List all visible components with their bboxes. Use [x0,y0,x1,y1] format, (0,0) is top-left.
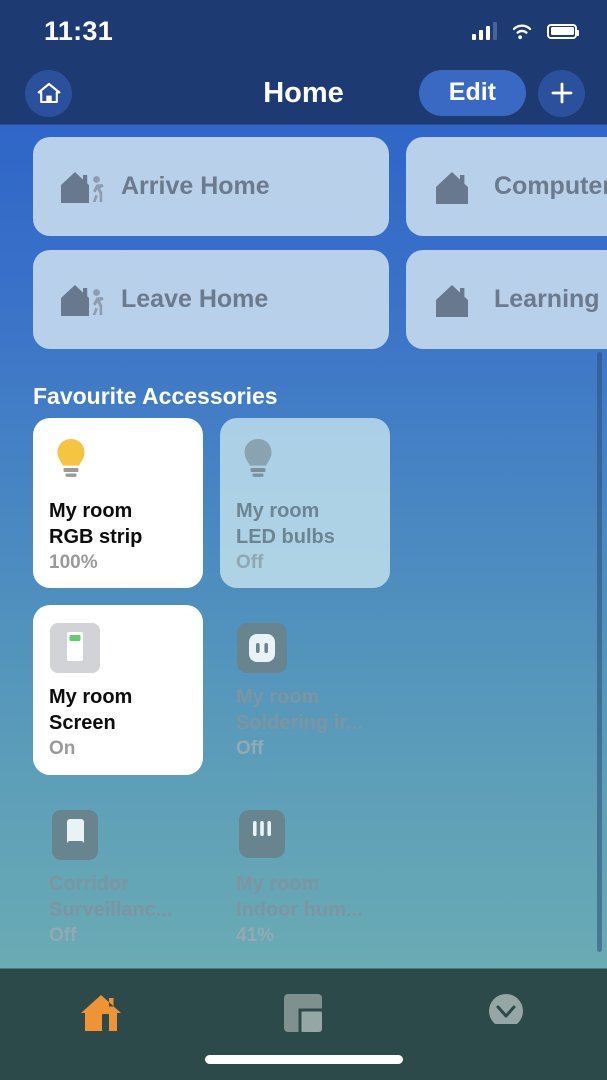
scene-tile-computer[interactable]: Computer [406,137,607,236]
humidity-icon [236,809,374,866]
accessory-tile-rgb-strip[interactable]: My room RGB strip 100% [33,418,203,588]
accessory-tile-surveillance[interactable]: Corridor Surveillanc... Off [33,792,203,962]
scene-label: Learning [494,285,600,313]
outlet-icon [236,622,374,679]
accessory-name: RGB strip [49,525,143,548]
accessory-state: Off [236,552,264,574]
signal-bars-icon [472,22,497,40]
accessory-state: Off [236,738,264,760]
accessory-tile-indoor-humidity[interactable]: My room Indoor hum... 41% [220,792,390,962]
scene-label: Leave Home [121,285,269,313]
scenes-section: Arrive Home Computer Leave Home Learning [0,124,607,349]
edit-button[interactable]: Edit [418,70,526,116]
scene-tile-arrive-home[interactable]: Arrive Home [33,137,389,236]
tab-bar [0,969,607,1080]
scroll-content[interactable]: Arrive Home Computer Leave Home Learning… [0,124,607,1080]
scene-tile-leave-home[interactable]: Leave Home [33,250,389,349]
battery-full-icon [547,23,579,39]
scene-row: Arrive Home Computer [33,137,607,236]
accessory-room: My room [49,686,133,708]
scene-tile-learning[interactable]: Learning [406,250,607,349]
scene-row: Leave Home Learning [33,250,607,349]
home-indicator [204,1055,403,1064]
accessory-state: 41% [236,925,275,947]
add-button[interactable] [538,69,585,117]
accessory-name: Surveillanc... [49,898,173,921]
accessory-room: My room [236,686,320,708]
wifi-icon [512,24,532,40]
house-person-walking-icon [55,163,111,211]
scene-label: Arrive Home [121,172,270,200]
accessory-state: 100% [49,552,98,574]
nav-bar: Home Edit [0,62,607,124]
house-icon [428,276,484,324]
accessory-tile-screen[interactable]: My room Screen On [33,605,203,775]
tab-automation[interactable] [405,985,607,1041]
accessory-name: Screen [49,711,116,734]
accessory-name: LED bulbs [236,525,335,548]
accessory-room: My room [236,500,320,522]
vertical-scrollbar[interactable] [597,352,602,952]
clock-automation-icon [488,994,523,1028]
favourite-accessories-header: Favourite Accessories [33,383,278,409]
accessory-tile-soldering-iron[interactable]: My room Soldering ir... Off [220,605,390,775]
tab-home[interactable] [0,985,202,1041]
status-bar-icons [472,22,579,40]
switch-icon [49,622,187,679]
status-bar-clock: 11:31 [44,15,114,46]
accessory-state: Off [49,925,77,947]
accessory-name: Soldering ir... [236,711,363,734]
home-app-screen: 11:31 Home Edit Arrive Home Computer Lea… [0,0,607,1080]
camera-icon [49,809,187,866]
house-icon [428,163,484,211]
accessory-room: My room [49,500,133,522]
accessory-room: My room [236,873,320,895]
accessory-room: Corridor [49,873,129,895]
tab-rooms[interactable] [202,985,404,1041]
house-person-walking-icon [55,276,111,324]
status-bar: 11:31 [0,0,607,62]
accessory-name: Indoor hum... [236,898,363,921]
accessory-tile-led-bulbs[interactable]: My room LED bulbs Off [220,418,390,588]
accessory-state: On [49,738,76,760]
lightbulb-icon [236,435,374,493]
rooms-grid-icon [284,994,325,1035]
scene-label: Computer [494,172,607,200]
lightbulb-icon [49,435,187,493]
house-filled-icon [81,995,122,1031]
plus-icon [551,82,572,104]
